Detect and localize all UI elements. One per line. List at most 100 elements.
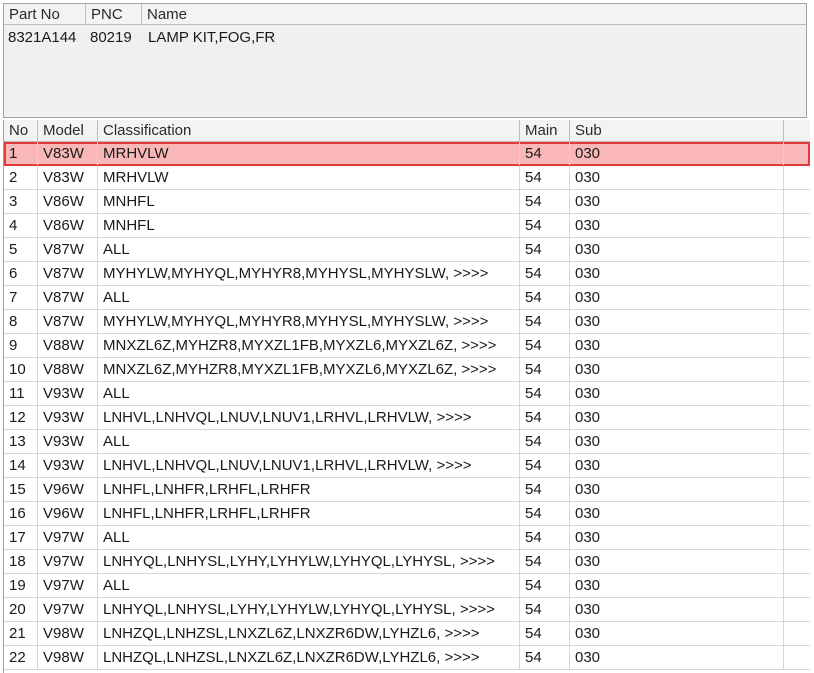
sub-group-cell: 030 (570, 190, 784, 213)
empty-cell (784, 262, 810, 285)
sub-group-cell: 030 (570, 166, 784, 189)
classification-cell: ALL (98, 286, 520, 309)
table-row[interactable]: 3 V86W MNHFL 54 030 (4, 190, 810, 214)
pnc-value[interactable]: 80219 (86, 26, 132, 50)
table-row[interactable]: 15 V96W LNHFL,LNHFR,LRHFL,LRHFR 54 030 (4, 478, 810, 502)
model-cell: V97W (38, 526, 98, 549)
column-header-sub[interactable]: Sub (570, 120, 784, 141)
table-row[interactable]: 19 V97W ALL 54 030 (4, 574, 810, 598)
sub-group-cell: 030 (570, 622, 784, 645)
main-group-cell: 54 (520, 550, 570, 573)
row-number: 2 (4, 166, 38, 189)
model-cell: V93W (38, 382, 98, 405)
row-number: 6 (4, 262, 38, 285)
classification-cell: LNHYQL,LNHYSL,LYHY,LYHYLW,LYHYQL,LYHYSL,… (98, 550, 520, 573)
table-row[interactable]: 16 V96W LNHFL,LNHFR,LRHFL,LRHFR 54 030 (4, 502, 810, 526)
table-row[interactable]: 20 V97W LNHYQL,LNHYSL,LYHY,LYHYLW,LYHYQL,L… (4, 598, 810, 622)
model-cell: V93W (38, 454, 98, 477)
classification-cell: ALL (98, 526, 520, 549)
main-group-cell: 54 (520, 526, 570, 549)
main-group-cell: 54 (520, 430, 570, 453)
header-part-no[interactable]: Part No (4, 4, 86, 25)
table-row[interactable]: 9 V88W MNXZL6Z,MYHZR8,MYXZL1FB,MYXZL6,MYXZ… (4, 334, 810, 358)
main-group-cell: 54 (520, 190, 570, 213)
row-number: 3 (4, 190, 38, 213)
empty-cell (784, 430, 810, 453)
classification-cell: ALL (98, 430, 520, 453)
model-cell: V87W (38, 262, 98, 285)
row-number: 17 (4, 526, 38, 549)
main-group-cell: 54 (520, 286, 570, 309)
classification-cell: LNHZQL,LNHZSL,LNXZL6Z,LNXZR6DW,LYHZL6, >… (98, 622, 520, 645)
empty-cell (784, 214, 810, 237)
row-number: 16 (4, 502, 38, 525)
model-cell: V86W (38, 190, 98, 213)
main-group-cell: 54 (520, 646, 570, 669)
table-row[interactable]: 10 V88W MNXZL6Z,MYHZR8,MYXZL1FB,MYXZL6,MYX… (4, 358, 810, 382)
table-row[interactable]: 21 V98W LNHZQL,LNHZSL,LNXZL6Z,LNXZR6DW,LYH… (4, 622, 810, 646)
table-row[interactable]: 2 V83W MRHVLW 54 030 (4, 166, 810, 190)
column-header-no[interactable]: No (4, 120, 38, 141)
empty-cell (784, 310, 810, 333)
sub-group-cell: 030 (570, 286, 784, 309)
classification-cell: MRHVLW (98, 142, 520, 165)
header-name[interactable]: Name (142, 4, 806, 25)
model-cell: V97W (38, 550, 98, 573)
table-row[interactable]: 13 V93W ALL 54 030 (4, 430, 810, 454)
table-row[interactable]: 5 V87W ALL 54 030 (4, 238, 810, 262)
row-number: 19 (4, 574, 38, 597)
table-row[interactable]: 11 V93W ALL 54 030 (4, 382, 810, 406)
table-row[interactable]: 6 V87W MYHYLW,MYHYQL,MYHYR8,MYHYSL,MYHYSLW… (4, 262, 810, 286)
table-row[interactable]: 4 V86W MNHFL 54 030 (4, 214, 810, 238)
table-row[interactable]: 1 V83W MRHVLW 54 030 (4, 142, 810, 166)
sub-group-cell: 030 (570, 550, 784, 573)
row-number: 11 (4, 382, 38, 405)
name-value[interactable]: LAMP KIT,FOG,FR (144, 26, 275, 50)
row-number: 12 (4, 406, 38, 429)
model-cell: V97W (38, 598, 98, 621)
model-cell: V96W (38, 502, 98, 525)
main-group-cell: 54 (520, 454, 570, 477)
model-cell: V96W (38, 478, 98, 501)
model-cell: V88W (38, 334, 98, 357)
sub-group-cell: 030 (570, 142, 784, 165)
classification-cell: MYHYLW,MYHYQL,MYHYR8,MYHYSL,MYHYSLW, >>>… (98, 262, 520, 285)
empty-cell (784, 358, 810, 381)
classification-cell: MNXZL6Z,MYHZR8,MYXZL1FB,MYXZL6,MYXZL6Z, … (98, 358, 520, 381)
table-row[interactable]: 22 V98W LNHZQL,LNHZSL,LNXZL6Z,LNXZR6DW,LYH… (4, 646, 810, 670)
main-group-cell: 54 (520, 598, 570, 621)
model-cell: V87W (38, 286, 98, 309)
table-row[interactable]: 14 V93W LNHVL,LNHVQL,LNUV,LNUV1,LRHVL,LRHV… (4, 454, 810, 478)
classification-cell: LNHZQL,LNHZSL,LNXZL6Z,LNXZR6DW,LYHZL6, >… (98, 646, 520, 669)
table-row[interactable]: 8 V87W MYHYLW,MYHYQL,MYHYR8,MYHYSL,MYHYSLW… (4, 310, 810, 334)
column-header-model[interactable]: Model (38, 120, 98, 141)
empty-cell (784, 502, 810, 525)
row-number: 21 (4, 622, 38, 645)
sub-group-cell: 030 (570, 334, 784, 357)
table-row[interactable]: 17 V97W ALL 54 030 (4, 526, 810, 550)
row-number: 1 (4, 142, 38, 165)
classification-cell: ALL (98, 238, 520, 261)
main-group-cell: 54 (520, 334, 570, 357)
row-number: 10 (4, 358, 38, 381)
header-pnc[interactable]: PNC (86, 4, 142, 25)
main-group-cell: 54 (520, 262, 570, 285)
sub-group-cell: 030 (570, 574, 784, 597)
table-row[interactable]: 18 V97W LNHYQL,LNHYSL,LYHY,LYHYLW,LYHYQL,L… (4, 550, 810, 574)
grid-header: No Model Classification Main Sub (4, 120, 810, 142)
sub-group-cell: 030 (570, 382, 784, 405)
sub-group-cell: 030 (570, 358, 784, 381)
part-info-panel: Part No PNC Name 8321A144 80219 LAMP KIT… (3, 3, 807, 118)
sub-group-cell: 030 (570, 478, 784, 501)
model-cell: V93W (38, 430, 98, 453)
classification-cell: MYHYLW,MYHYQL,MYHYR8,MYHYSL,MYHYSLW, >>>… (98, 310, 520, 333)
part-no-value[interactable]: 8321A144 (4, 26, 76, 50)
column-header-main[interactable]: Main (520, 120, 570, 141)
table-row[interactable]: 7 V87W ALL 54 030 (4, 286, 810, 310)
table-row[interactable]: 12 V93W LNHVL,LNHVQL,LNUV,LNUV1,LRHVL,LRHV… (4, 406, 810, 430)
empty-cell (784, 334, 810, 357)
sub-group-cell: 030 (570, 430, 784, 453)
main-group-cell: 54 (520, 238, 570, 261)
column-header-classification[interactable]: Classification (98, 120, 520, 141)
empty-cell (784, 382, 810, 405)
